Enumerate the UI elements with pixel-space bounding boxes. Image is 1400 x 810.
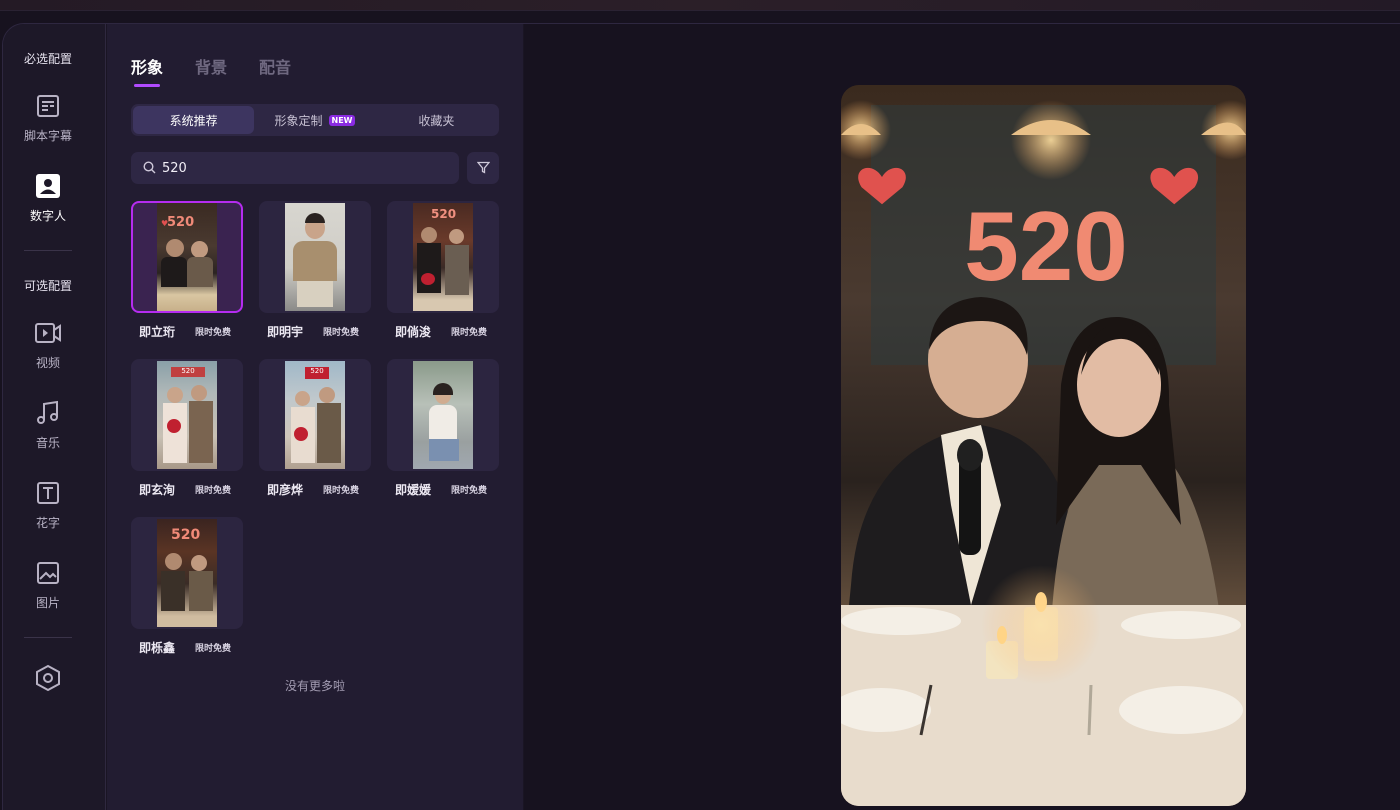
search-box (131, 152, 459, 184)
avatar-thumbnail: 520 (387, 201, 499, 313)
text-style-icon (34, 479, 62, 507)
segment-system-recommend[interactable]: 系统推荐 (133, 106, 255, 134)
avatar-thumbnail: 520 (259, 359, 371, 471)
rail-item-music[interactable]: 音乐 (3, 399, 93, 465)
segment-label: 系统推荐 (169, 113, 218, 128)
music-icon (34, 399, 62, 427)
free-tag: 限时免费 (451, 486, 488, 496)
hexagon-settings-icon (34, 664, 62, 692)
app-window: 必选配置 脚本字幕 数字人 可选配置 视频 音乐 花字 图片 形象 背景 配音 … (2, 23, 1400, 810)
avatar-name: 即栎鑫 (139, 641, 176, 655)
rail-divider (24, 250, 72, 251)
avatar-thumbnail: 520 ♥ (131, 201, 243, 313)
filter-icon (476, 159, 490, 178)
segment-label: 收藏夹 (418, 113, 455, 128)
free-tag: 限时免费 (451, 328, 488, 338)
free-tag: 限时免费 (195, 328, 232, 338)
avatar-panel: 形象 背景 配音 系统推荐 形象定制 NEW 收藏夹 520 ♥ (107, 24, 523, 810)
preview-stage: 520 (524, 24, 1400, 810)
rail-label: 数字人 (29, 209, 66, 223)
config-rail: 必选配置 脚本字幕 数字人 可选配置 视频 音乐 花字 图片 (3, 24, 106, 810)
free-tag: 限时免费 (323, 328, 360, 338)
avatar-card[interactable]: 520 即栎鑫 限时免费 (131, 517, 243, 656)
rail-item-settings[interactable] (3, 664, 93, 694)
free-tag: 限时免费 (323, 486, 360, 496)
rail-item-script[interactable]: 脚本字幕 (3, 92, 93, 158)
sign-520-text: 520 (964, 191, 1128, 301)
rail-label: 脚本字幕 (23, 129, 72, 143)
segment-control: 系统推荐 形象定制 NEW 收藏夹 (131, 104, 499, 136)
avatar-name: 即明宇 (267, 325, 304, 339)
video-icon (34, 319, 62, 347)
tab-background[interactable]: 背景 (195, 54, 227, 84)
avatar-card[interactable]: 即嫒媛 限时免费 (387, 359, 499, 498)
avatar-preview: 520 (841, 85, 1246, 806)
filter-button[interactable] (467, 152, 499, 184)
avatar-thumbnail (259, 201, 371, 313)
free-tag: 限时免费 (195, 644, 232, 654)
avatar-thumbnail (387, 359, 499, 471)
new-badge: NEW (328, 114, 356, 126)
avatar-name: 即立珩 (139, 325, 176, 339)
tab-avatar[interactable]: 形象 (131, 54, 163, 87)
avatar-name: 即嫒媛 (395, 483, 432, 497)
panel-tabs: 形象 背景 配音 (131, 54, 291, 87)
tab-voice[interactable]: 配音 (259, 54, 291, 84)
free-tag: 限时免费 (195, 486, 232, 496)
no-more-hint: 没有更多啦 (284, 679, 345, 693)
segment-label: 形象定制 (274, 113, 323, 128)
avatar-name: 即彦烨 (267, 483, 304, 497)
avatar-card[interactable]: 520 ♥ 即立珩 限时免费 (131, 201, 243, 340)
avatar-name: 即倘浚 (395, 325, 432, 339)
digital-human-icon (34, 172, 62, 200)
script-icon (34, 92, 62, 120)
search-input[interactable] (162, 160, 442, 176)
avatar-card[interactable]: 520 即倘浚 限时免费 (387, 201, 499, 340)
avatar-thumbnail: 520 (131, 359, 243, 471)
image-icon (34, 559, 62, 587)
avatar-card[interactable]: 即明宇 限时免费 (259, 201, 371, 340)
required-config-title: 必选配置 (23, 52, 72, 66)
avatar-thumbnail: 520 (131, 517, 243, 629)
rail-label: 花字 (35, 516, 60, 530)
segment-favorites[interactable]: 收藏夹 (376, 106, 497, 134)
avatar-name: 即玄洵 (139, 483, 176, 497)
rail-label: 视频 (35, 356, 60, 370)
avatar-card[interactable]: 520 即玄洵 限时免费 (131, 359, 243, 498)
window-top-bar (0, 0, 1400, 11)
rail-label: 音乐 (35, 436, 60, 450)
rail-item-text-style[interactable]: 花字 (3, 479, 93, 545)
search-icon (143, 159, 156, 178)
rail-item-video[interactable]: 视频 (3, 319, 93, 385)
preview-scene: 520 (841, 85, 1246, 806)
rail-divider (24, 637, 72, 638)
avatar-card[interactable]: 520 即彦烨 限时免费 (259, 359, 371, 498)
segment-custom-avatar[interactable]: 形象定制 NEW (254, 106, 375, 134)
optional-config-title: 可选配置 (23, 279, 72, 293)
rail-label: 图片 (35, 596, 60, 610)
rail-item-digital-human[interactable]: 数字人 (3, 172, 93, 238)
rail-item-image[interactable]: 图片 (3, 559, 93, 625)
